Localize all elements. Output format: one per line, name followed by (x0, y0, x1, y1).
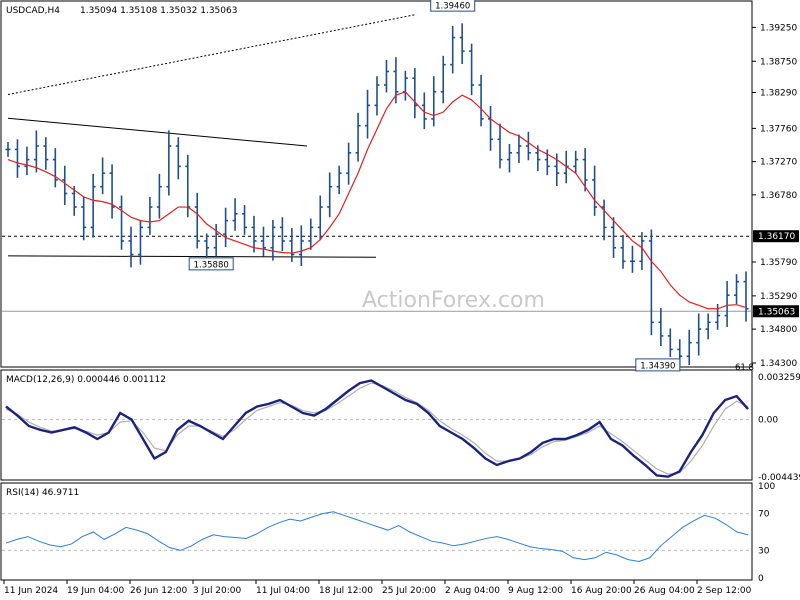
current-price-label: 1.35063 (758, 307, 795, 317)
rsi-label: RSI(14) 46.9711 (6, 488, 79, 498)
level-price-label: 1.36170 (758, 232, 795, 242)
macd-axis: 0.0032590.00-0.004439 (758, 373, 800, 483)
rsi-tick-label: 0 (758, 574, 764, 584)
annotation-label: 1.34390 (640, 361, 675, 371)
rsi-axis: 100 70 30 0 (758, 482, 775, 584)
x-tick-label: 19 Jun 04:00 (67, 586, 124, 596)
annotation-label: 1.39460 (435, 2, 470, 12)
price-tick-label: 1.37270 (760, 158, 797, 168)
macd-tick-label: 0.003259 (758, 373, 800, 383)
x-tick-label: 9 Aug 12:00 (508, 586, 563, 596)
rsi-tick-label: 70 (758, 510, 770, 520)
price-axis: 1.39250 1.38750 1.38290 1.37760 1.37270 1.367… (752, 23, 799, 369)
x-tick-label: 11 Jun 2024 (4, 586, 58, 596)
price-tick-label: 1.38750 (760, 57, 797, 67)
x-axis: 11 Jun 2024 19 Jun 04:00 26 Jun 12:00 3 Jul… (3, 580, 752, 596)
macd-tick-label: 0.00 (758, 416, 778, 426)
price-tick-label: 1.35290 (760, 292, 797, 302)
x-tick-label: 16 Aug 20:00 (571, 586, 632, 596)
x-tick-label: 2 Sep 12:00 (697, 586, 752, 596)
annotation: 1.39460 (430, 0, 476, 12)
x-tick-label: 18 Jul 12:00 (319, 586, 373, 596)
rsi-tick-label: 100 (758, 482, 775, 492)
price-tick-label: 1.39250 (760, 23, 797, 33)
ohlc-label: 1.35094 1.35108 1.35032 1.35063 (80, 6, 237, 16)
x-tick-label: 2 Aug 04:00 (445, 586, 500, 596)
x-tick-label: 26 Jun 12:00 (130, 586, 187, 596)
price-tick-label: 1.37760 (760, 124, 797, 134)
annotation-label: 1.35880 (194, 260, 229, 270)
price-tick-label: 1.38290 (760, 88, 797, 98)
x-tick-label: 25 Jul 20:00 (382, 586, 436, 596)
annotation: 1.35880 (188, 257, 234, 271)
instrument-label: USDCAD,H4 (6, 6, 60, 16)
macd-label: MACD(12,26,9) 0.000446 0.001112 (6, 375, 166, 385)
rsi-tick-label: 30 (758, 546, 770, 556)
x-tick-label: 11 Jul 04:00 (256, 586, 310, 596)
fib-label: 61.8 (735, 363, 754, 373)
x-tick-label: 3 Jul 20:00 (193, 586, 242, 596)
price-tick-label: 1.34800 (760, 325, 797, 335)
price-tick-label: 1.35790 (760, 258, 797, 268)
price-tick-label: 1.34300 (760, 359, 797, 369)
x-tick-label: 26 Aug 04:00 (634, 586, 695, 596)
rsi-panel-frame (0, 482, 753, 581)
watermark: ActionForex.com (362, 288, 545, 313)
annotation: 1.34390 (635, 358, 681, 372)
price-tick-label: 1.36780 (760, 191, 797, 201)
usdcad-chart: ActionForex.com USDCAD,H4 1.35094 1.3510… (0, 0, 800, 596)
